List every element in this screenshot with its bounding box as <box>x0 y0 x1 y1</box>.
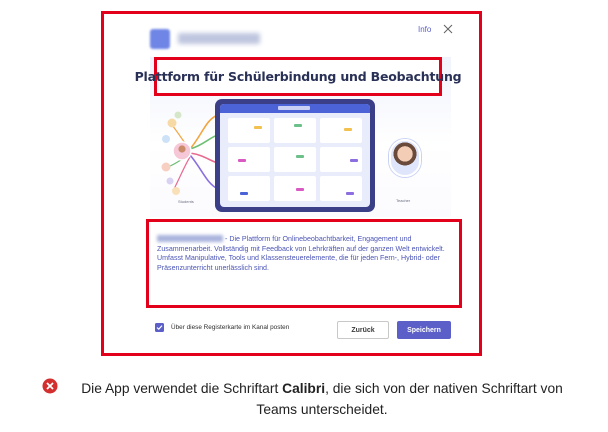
tablet-header-bar <box>220 104 370 113</box>
hero-title: Plattform für Schülerbindung und Beobach… <box>134 69 462 84</box>
student-tile <box>274 147 316 172</box>
info-link[interactable]: Info <box>418 25 431 34</box>
student-tile <box>228 176 270 201</box>
caption-prefix: Die App verwendet die Schriftart <box>81 381 283 396</box>
app-name-blurred-inline <box>157 235 223 242</box>
app-description: - Die Plattform für Onlinebeobachtbarkei… <box>157 235 455 273</box>
save-button[interactable]: Speichern <box>397 321 451 339</box>
check-icon <box>156 325 163 331</box>
close-icon[interactable] <box>443 24 453 34</box>
teacher-avatar <box>389 139 421 177</box>
student-tile <box>274 176 316 201</box>
student-network-illustration <box>161 111 219 195</box>
app-name-blurred <box>178 33 260 44</box>
student-tile <box>274 118 316 143</box>
app-logo <box>150 29 170 49</box>
back-button[interactable]: Zurück <box>337 321 389 339</box>
students-label: Students <box>178 199 194 204</box>
teacher-label: Teacher <box>396 198 411 203</box>
student-tile <box>320 118 362 143</box>
post-in-channel-label: Über diese Registerkarte im Kanal posten <box>171 324 290 331</box>
student-tile <box>228 118 270 143</box>
caption-font-name: Calibri <box>282 381 326 396</box>
error-icon <box>42 378 58 394</box>
guideline-caption: Die App verwendet die Schriftart Calibri… <box>62 378 582 420</box>
tablet-screen <box>220 104 370 207</box>
highlight-frame-title: Plattform für Schülerbindung und Beobach… <box>135 57 462 96</box>
student-tile <box>228 147 270 172</box>
student-tile <box>320 147 362 172</box>
tablet-illustration <box>215 99 375 212</box>
student-tile-grid <box>228 118 362 201</box>
student-tile <box>320 176 362 201</box>
post-in-channel-checkbox[interactable] <box>155 323 164 332</box>
